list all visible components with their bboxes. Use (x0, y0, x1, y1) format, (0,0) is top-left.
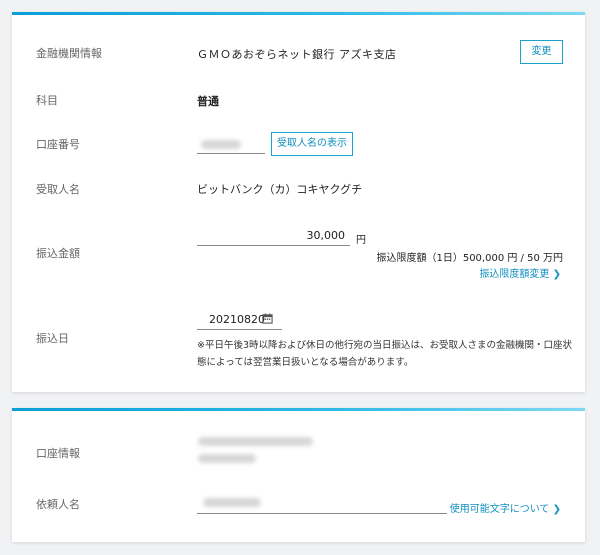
recipient-label: 受取人名 (36, 183, 80, 196)
amount-value: 30,000 (306, 229, 346, 242)
amount-unit: 円 (356, 235, 366, 246)
account-number-label: 口座番号 (36, 138, 80, 151)
transfer-date-note-line1: ※平日午後3時以降および休日の他行宛の当日振込は、お受取人さまの金融機関・口座状 (197, 340, 573, 351)
transfer-date-value: 20210820 (209, 313, 265, 326)
bank-info-label: 金融機関情報 (36, 47, 102, 60)
card-accent-bar (12, 12, 585, 15)
card-accent-bar (12, 408, 585, 411)
transfer-date-input[interactable]: 20210820 (197, 310, 282, 330)
account-info-label: 口座情報 (36, 447, 80, 460)
bank-name: ＧＭＯあおぞらネット銀行 アズキ支店 (197, 48, 397, 61)
amount-label: 振込金額 (36, 247, 80, 260)
transfer-date-note-line2: 態によっては翌営業日扱いとなる場合があります。 (197, 357, 414, 368)
usable-characters-link[interactable]: 使用可能文字について ❯ (450, 500, 561, 515)
recipient-name: ビットバンク（カ）コキヤクグチ (197, 183, 363, 196)
show-recipient-name-button[interactable]: 受取人名の表示 (271, 132, 353, 156)
transfer-details-card: 金融機関情報 ＧＭＯあおぞらネット銀行 アズキ支店 変更 科目 普通 口座番号 … (12, 12, 585, 392)
sender-info-card: 口座情報 依頼人名 使用可能文字について ❯ (12, 408, 585, 542)
amount-input[interactable]: 30,000 (197, 226, 350, 246)
sender-name-input[interactable] (197, 492, 447, 514)
account-info-redacted-line2 (198, 454, 256, 463)
change-bank-button[interactable]: 変更 (520, 40, 563, 64)
account-number-redacted (201, 140, 241, 149)
account-number-field[interactable] (197, 136, 265, 154)
transfer-limit-text: 振込限度額（1日）500,000 円 / 50 万円 (376, 253, 563, 264)
sender-name-redacted (203, 498, 261, 507)
sender-name-label: 依頼人名 (36, 498, 80, 511)
account-type-label: 科目 (36, 94, 58, 107)
account-type-value: 普通 (197, 95, 219, 108)
account-info-redacted-line1 (198, 437, 313, 446)
calendar-icon[interactable] (262, 313, 273, 324)
transfer-limit-change-link[interactable]: 振込限度額変更 ❯ (479, 265, 561, 280)
transfer-date-label: 振込日 (36, 332, 69, 345)
